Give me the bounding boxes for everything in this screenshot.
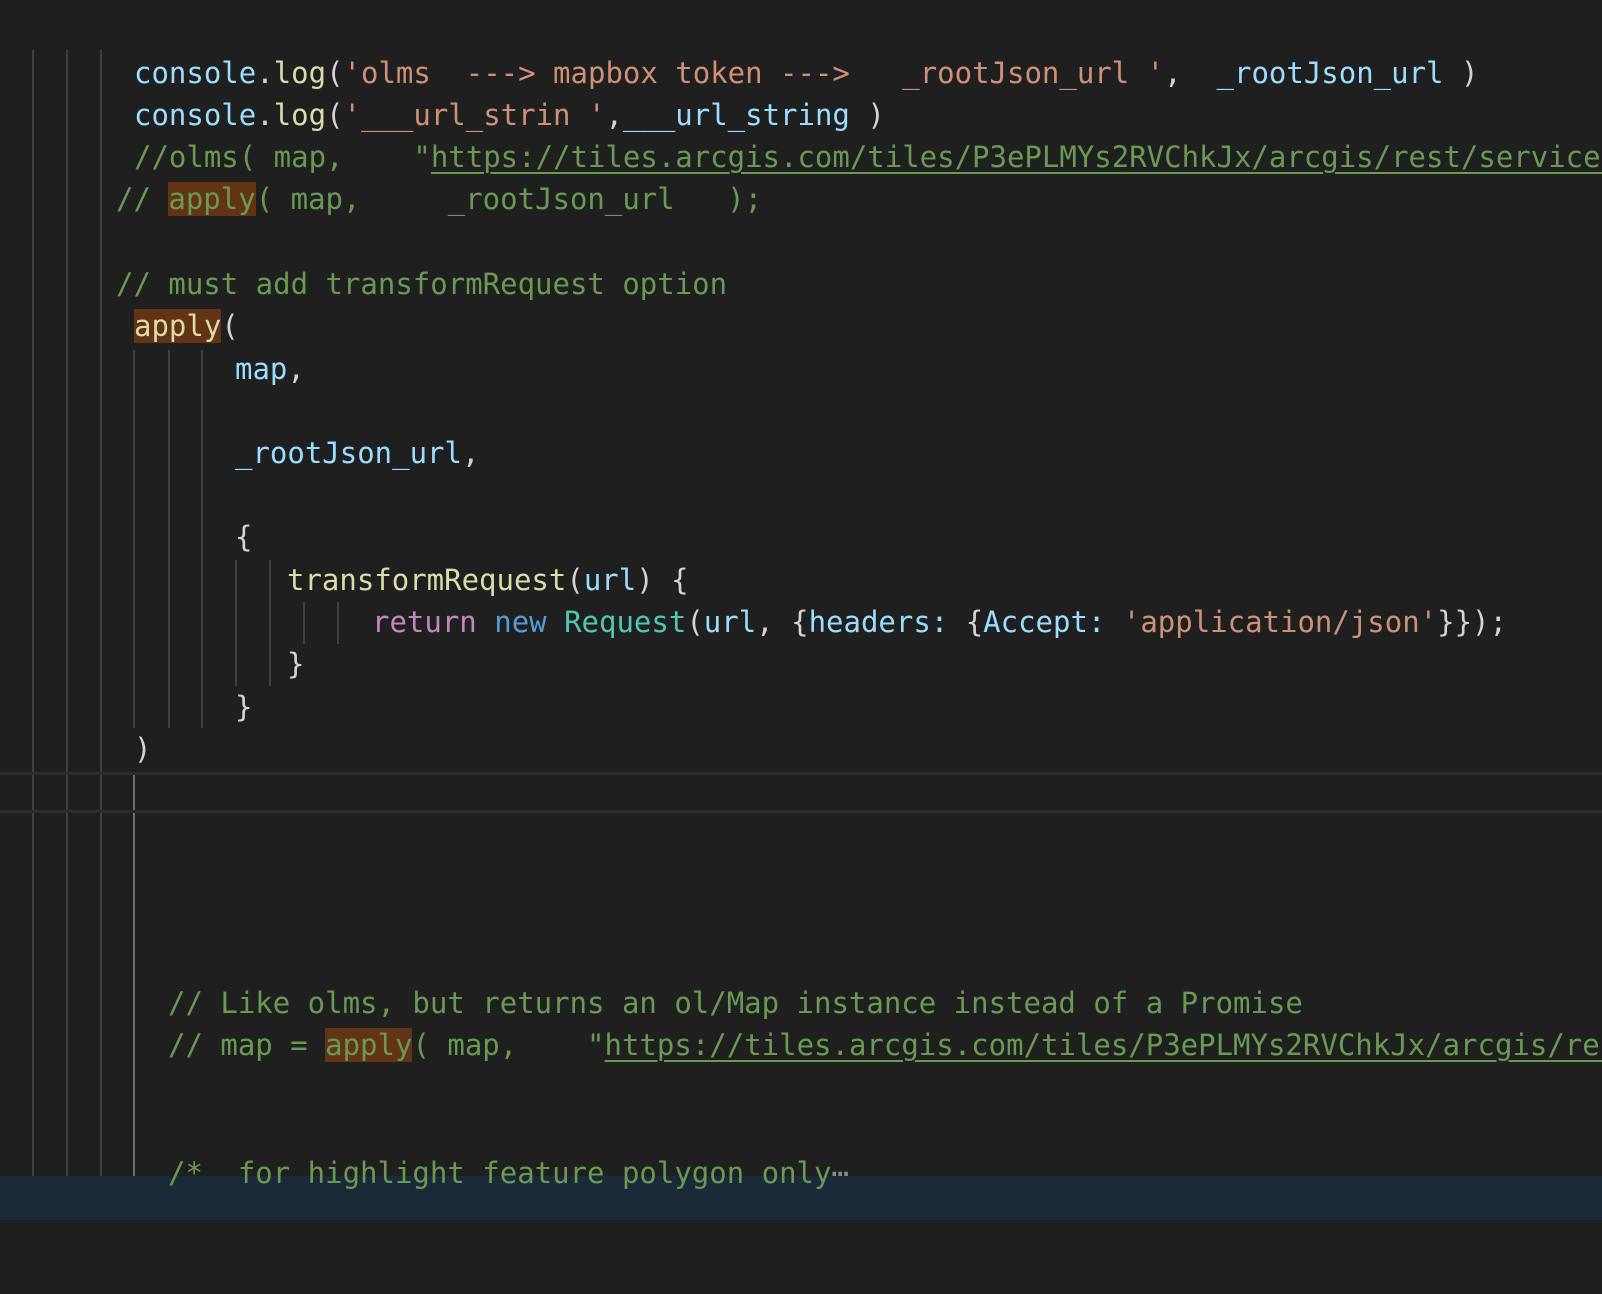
find-match: apply [325, 1028, 413, 1062]
code-line-7[interactable]: map, [235, 348, 305, 391]
active-indent-guide [133, 772, 135, 1194]
indent-guide [269, 560, 271, 686]
indent-guide [303, 602, 305, 644]
code-line-3[interactable]: //olms( map, "https://tiles.arcgis.com/t… [134, 136, 1602, 179]
token-punc: ( [686, 605, 704, 639]
indent-guide [133, 350, 135, 728]
token-object: console [134, 56, 257, 90]
token-brace: { [235, 520, 253, 554]
token-punc: , [605, 98, 623, 132]
code-line-17[interactable]: /* for highlight feature polygon only⋯ [168, 1152, 849, 1195]
code-line-1[interactable]: console.log('olms ---> mapbox token --->… [134, 52, 1478, 95]
code-editor[interactable]: console.log('olms ---> mapbox token --->… [0, 0, 1602, 1294]
token-comment: // [116, 182, 169, 216]
token-punc: ( [326, 56, 344, 90]
token-param: url [583, 563, 637, 597]
code-line-6[interactable]: apply( [134, 305, 239, 348]
code-line-11[interactable]: return new Request(url, {headers: {Accep… [372, 601, 1507, 644]
find-match: apply [134, 309, 222, 343]
indent-guide [168, 350, 170, 728]
token-punc: , [1164, 56, 1217, 90]
token-punc: . [256, 56, 274, 90]
token-punc: , { [756, 605, 809, 639]
token-keyword-return: return [372, 605, 477, 639]
token-punc: ( [326, 98, 344, 132]
folded-region-ellipsis-icon[interactable]: ⋯ [831, 1156, 848, 1190]
token-property: headers: [808, 605, 949, 639]
token-comment: ( map, " [412, 1028, 605, 1062]
indent-guide [337, 602, 339, 644]
indent-guide [235, 560, 237, 686]
token-punc: , [287, 352, 305, 386]
token-punc: { [948, 605, 984, 639]
token-property: Accept: [983, 605, 1106, 639]
token-variable: ___url_string [622, 98, 850, 132]
token-variable: _rootJson_url [235, 436, 462, 470]
code-line-4[interactable]: // apply( map, _rootJson_url ); [116, 178, 762, 221]
code-line-16[interactable]: // map = apply( map, "https://tiles.arcg… [168, 1024, 1602, 1067]
find-match: apply [168, 182, 256, 216]
token-class: Request [564, 605, 687, 639]
token-punc: }}); [1437, 605, 1507, 639]
token-variable: map [235, 352, 288, 386]
indent-guide [201, 350, 203, 728]
comment-link[interactable]: https://tiles.arcgis.com/tiles/P3ePLMYs2… [431, 140, 1602, 174]
token-comment: // Like olms, but returns an ol/Map inst… [168, 986, 1303, 1020]
code-line-13[interactable]: } [235, 686, 252, 729]
token-variable: _rootJson_url [1216, 56, 1444, 90]
indent-guide [66, 50, 68, 1194]
code-line-2[interactable]: console.log('___url_strin ',___url_strin… [134, 94, 885, 137]
token-comment: // map = [168, 1028, 326, 1062]
token-comment: //olms( map, " [134, 140, 431, 174]
comment-link[interactable]: https://tiles.arcgis.com/tiles/P3ePLMYs2… [605, 1028, 1602, 1062]
token-punc: ) [849, 98, 885, 132]
code-line-14[interactable]: ) [134, 728, 151, 771]
token-brace: } [287, 647, 305, 681]
token-method: transformRequest [287, 563, 567, 597]
code-line-5[interactable]: // must add transformRequest option [116, 263, 727, 306]
token-comment: // must add transformRequest option [116, 267, 728, 301]
indent-guide [100, 50, 102, 1194]
token-method: log [273, 98, 327, 132]
editor-separator [0, 772, 1602, 775]
token-brace: } [235, 690, 253, 724]
token-punc: , [461, 436, 480, 470]
code-line-10[interactable]: transformRequest(url) { [287, 559, 689, 602]
token-punc: ) { [636, 563, 689, 597]
code-line-8[interactable]: _rootJson_url, [235, 432, 479, 475]
token-string: 'application/json' [1122, 605, 1438, 639]
token-punc: ( [566, 563, 584, 597]
token-comment: /* for highlight feature polygon only [168, 1156, 832, 1190]
token-string: 'olms ---> mapbox token ---> _rootJson_u… [343, 56, 1165, 90]
token-keyword-new: new [494, 605, 547, 639]
code-line-12[interactable]: } [287, 643, 304, 686]
code-line-9[interactable]: { [235, 516, 252, 559]
token-variable: url [703, 605, 757, 639]
token-object: console [134, 98, 257, 132]
token-punc: ) [1443, 56, 1479, 90]
token-comment: ( map, _rootJson_url ); [255, 182, 763, 216]
token-method: log [273, 56, 327, 90]
indent-guide [32, 50, 34, 1194]
token-string: '___url_strin ' [343, 98, 606, 132]
token-paren: ) [134, 732, 152, 766]
code-line-15[interactable]: // Like olms, but returns an ol/Map inst… [168, 982, 1303, 1025]
editor-separator [0, 810, 1602, 813]
token-punc: . [256, 98, 274, 132]
token-punc: ( [221, 309, 239, 343]
